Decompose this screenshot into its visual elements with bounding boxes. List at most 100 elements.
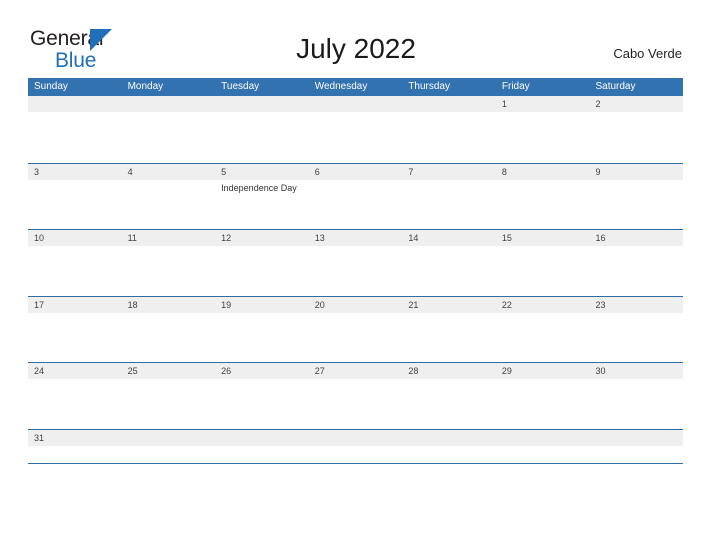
day-cell-13[interactable]: 13	[308, 230, 403, 296]
page-title: July 2022	[296, 33, 416, 64]
day-number	[121, 96, 216, 112]
day-cell-empty	[495, 429, 590, 463]
day-cell-11[interactable]: 11	[121, 230, 216, 296]
calendar-week-row: 10 11 12 13 14 15 16	[28, 229, 684, 296]
calendar-week-row: 12	[28, 96, 684, 163]
location-label: Cabo Verde	[613, 46, 682, 61]
day-cell-31[interactable]: 31	[28, 429, 122, 463]
calendar-week-row: 31	[28, 428, 684, 463]
day-number: 1	[495, 96, 590, 112]
day-number: 26	[215, 363, 309, 379]
day-number: 7	[402, 163, 496, 180]
day-cell-18[interactable]: 18	[121, 296, 216, 362]
day-number	[402, 429, 496, 446]
day-cell-19[interactable]: 19	[215, 296, 309, 362]
weekday-header-tuesday: Tuesday	[221, 81, 260, 92]
day-number: 25	[121, 363, 216, 379]
day-cell-6[interactable]: 6	[308, 163, 403, 229]
day-cell-12[interactable]: 12	[215, 230, 309, 296]
day-number: 11	[121, 230, 216, 246]
day-number: 18	[121, 296, 216, 313]
day-number: 23	[589, 296, 684, 313]
day-cell-20[interactable]: 20	[308, 296, 403, 362]
weekday-header-thursday: Thursday	[408, 81, 450, 92]
day-cell-empty	[121, 96, 216, 163]
day-cell-15[interactable]: 15	[495, 230, 590, 296]
day-number	[28, 96, 122, 112]
calendar-weeks: 1 2 3 4 5 Independence Day 6 7 8 9 10 11 12 13 14 15 16 1…	[28, 96, 684, 463]
calendar-week-row: 17 18 19 20 21 22 23	[28, 295, 684, 362]
day-number: 8	[495, 163, 590, 180]
day-number: 6	[308, 163, 403, 180]
day-cell-empty	[402, 429, 496, 463]
day-cell-21[interactable]: 21	[402, 296, 496, 362]
day-cell-empty	[215, 96, 309, 163]
day-cell-empty	[308, 96, 403, 163]
event-label: Independence Day	[221, 182, 297, 193]
day-number	[215, 429, 309, 446]
page-header: General Blue July 2022 Cabo Verde	[0, 0, 712, 78]
day-cell-10[interactable]: 10	[28, 230, 122, 296]
day-number: 27	[308, 363, 403, 379]
day-cell-29[interactable]: 29	[495, 363, 590, 429]
day-number: 21	[402, 296, 496, 313]
weekday-header-monday: Monday	[127, 81, 164, 92]
day-number: 13	[308, 230, 403, 246]
day-number: 3	[28, 163, 122, 180]
day-cell-empty	[589, 429, 684, 463]
day-cell-2[interactable]: 2	[589, 96, 684, 163]
day-number: 20	[308, 296, 403, 313]
day-cell-3[interactable]: 3	[28, 163, 122, 229]
day-cell-24[interactable]: 24	[28, 363, 122, 429]
day-number: 12	[215, 230, 309, 246]
day-cell-23[interactable]: 23	[589, 296, 684, 362]
day-cell-22[interactable]: 22	[495, 296, 590, 362]
day-number: 22	[495, 296, 590, 313]
calendar-grid: Sunday Monday Tuesday Wednesday Thursday Frid…	[28, 78, 684, 464]
day-number: 14	[402, 230, 496, 246]
day-events: Independence Day	[215, 180, 309, 194]
day-cell-7[interactable]: 7	[402, 163, 496, 229]
day-cell-26[interactable]: 26	[215, 363, 309, 429]
day-cell-16[interactable]: 16	[589, 230, 684, 296]
day-cell-empty	[121, 429, 216, 463]
day-number	[308, 429, 403, 446]
day-number: 31	[28, 429, 122, 446]
weekday-header-friday: Friday	[501, 81, 530, 92]
day-cell-14[interactable]: 14	[402, 230, 496, 296]
day-cell-empty	[215, 429, 309, 463]
weekday-header-wednesday: Wednesday	[314, 81, 368, 92]
day-number: 15	[495, 230, 590, 246]
day-cell-empty	[28, 96, 122, 163]
day-number: 28	[402, 363, 496, 379]
day-cell-4[interactable]: 4	[121, 163, 216, 229]
day-number	[402, 96, 496, 112]
day-cell-28[interactable]: 28	[402, 363, 496, 429]
day-number: 5	[215, 163, 309, 180]
day-number: 2	[589, 96, 684, 112]
day-number: 29	[495, 363, 590, 379]
day-cell-17[interactable]: 17	[28, 296, 122, 362]
day-cell-9[interactable]: 9	[589, 163, 684, 229]
day-number: 17	[28, 296, 122, 313]
day-cell-5[interactable]: 5 Independence Day	[215, 163, 309, 229]
day-number: 10	[28, 230, 122, 246]
day-number	[121, 429, 216, 446]
day-number	[215, 96, 309, 112]
calendar-week-row: 24 25 26 27 28 29 30	[28, 362, 684, 429]
day-number: 16	[589, 230, 684, 246]
day-cell-8[interactable]: 8	[495, 163, 590, 229]
day-cell-25[interactable]: 25	[121, 363, 216, 429]
day-number: 19	[215, 296, 309, 313]
day-cell-30[interactable]: 30	[589, 363, 684, 429]
day-cell-empty	[402, 96, 496, 163]
day-number: 24	[28, 363, 122, 379]
weekday-header-saturday: Saturday	[595, 81, 636, 92]
calendar-week-row: 3 4 5 Independence Day 6 7 8 9	[28, 162, 684, 229]
weekday-header-row: Sunday Monday Tuesday Wednesday Thursday Frid…	[28, 78, 683, 96]
day-number: 30	[589, 363, 684, 379]
day-cell-1[interactable]: 1	[495, 96, 590, 163]
weekday-header-sunday: Sunday	[34, 81, 68, 92]
day-cell-27[interactable]: 27	[308, 363, 403, 429]
calendar-bottom-rule	[28, 462, 683, 464]
